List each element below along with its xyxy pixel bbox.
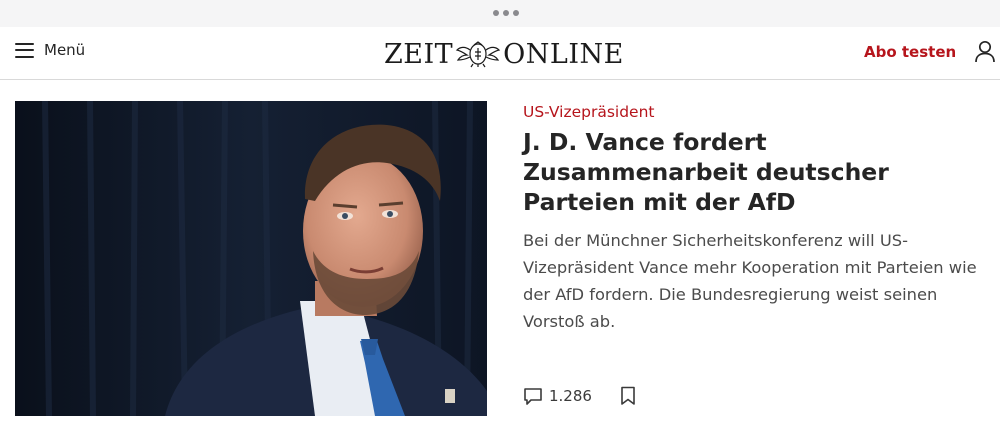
article-headline[interactable]: J. D. Vance fordert Zusammenarbeit deuts… bbox=[523, 127, 993, 217]
logo-word-online: ONLINE bbox=[503, 38, 624, 70]
article-summary: Bei der Münchner Sicherheitskonferenz wi… bbox=[523, 231, 977, 331]
zeit-online-logo[interactable]: ZEIT ONLINE bbox=[384, 38, 624, 70]
portrait-image bbox=[15, 101, 487, 416]
comments-link[interactable]: 1.286 bbox=[523, 387, 592, 406]
logo-word-zeit: ZEIT bbox=[384, 38, 454, 70]
comment-bubble-icon bbox=[524, 387, 542, 405]
comment-count: 1.286 bbox=[549, 387, 592, 405]
article-kicker[interactable]: US-Vizepräsident bbox=[523, 101, 993, 123]
user-icon[interactable] bbox=[974, 40, 996, 64]
hamburger-icon bbox=[15, 42, 34, 58]
bookmark-icon[interactable] bbox=[620, 386, 636, 406]
article-photo[interactable] bbox=[15, 101, 487, 416]
more-dots-icon[interactable] bbox=[493, 10, 519, 16]
site-header: Menü ZEIT ONLINE Abo testen bbox=[0, 27, 1000, 80]
eagle-seal-icon bbox=[455, 41, 501, 68]
article-teaser[interactable]: US-Vizepräsident J. D. Vance fordert Zus… bbox=[523, 101, 993, 335]
subscribe-link[interactable]: Abo testen bbox=[864, 43, 956, 61]
article-meta: 1.286 bbox=[523, 386, 636, 406]
menu-button[interactable]: Menü bbox=[15, 41, 85, 59]
browser-top-strip bbox=[0, 0, 1000, 27]
menu-label: Menü bbox=[44, 41, 86, 59]
